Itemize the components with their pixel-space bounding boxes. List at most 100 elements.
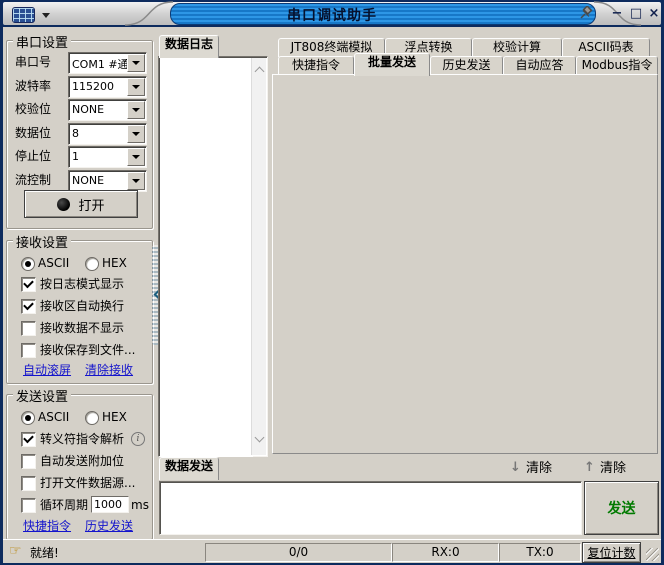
log-mode-label: 按日志模式显示: [40, 277, 124, 292]
receive-hex-radio[interactable]: [85, 257, 99, 271]
send-settings-title: 发送设置: [13, 386, 71, 405]
close-button[interactable]: ×: [646, 5, 662, 22]
flowctrl-combobox[interactable]: NONE: [68, 170, 147, 192]
port-dropdown-icon[interactable]: [127, 54, 145, 72]
send-button-label: 发送: [608, 498, 636, 518]
status-progress: 0/0: [205, 543, 392, 562]
log-scrollbar[interactable]: [251, 58, 266, 455]
receive-hex-label: HEX: [102, 256, 127, 271]
flowctrl-label: 流控制: [15, 173, 51, 188]
port-label: 串口号: [15, 55, 51, 70]
stopbits-dropdown-icon[interactable]: [127, 148, 145, 166]
resize-grip-icon[interactable]: [646, 548, 659, 561]
open-indicator-icon: [57, 198, 70, 211]
send-ascii-label: ASCII: [38, 410, 69, 425]
parity-dropdown-icon[interactable]: [127, 101, 145, 119]
tab-data-log[interactable]: 数据日志: [159, 35, 219, 58]
batch-send-page: [272, 74, 658, 454]
receive-ascii-label: ASCII: [38, 256, 69, 271]
scroll-up-icon[interactable]: [255, 67, 265, 77]
serial-settings-group: 串口设置 串口号 COM1 #通信 波特率 115200 校验位 NONE 数据…: [6, 40, 153, 229]
stopbits-combobox[interactable]: 1: [68, 146, 147, 168]
baud-dropdown-icon[interactable]: [127, 78, 145, 96]
tab-checksum[interactable]: 校验计算: [472, 38, 562, 57]
reset-count-button[interactable]: 复位计数: [582, 542, 641, 563]
app-window: 串口调试助手 − □ × 串口设置 串口号 COM1 #通信 波特率 11520…: [0, 0, 664, 565]
auto-scroll-link[interactable]: 自动滚屏: [23, 361, 71, 378]
parity-value: NONE: [72, 103, 128, 116]
file-source-label: 打开文件数据源...: [40, 476, 135, 491]
flowctrl-value: NONE: [72, 174, 128, 187]
save-to-file-checkbox[interactable]: [21, 343, 36, 358]
tab-quick-commands[interactable]: 快捷指令: [278, 56, 354, 75]
clear-send-arrow-icon: ↑: [584, 460, 595, 475]
databits-combobox[interactable]: 8: [68, 123, 147, 145]
status-bar: ☞ 就绪! 0/0 RX:0 TX:0 复位计数: [3, 539, 661, 563]
tab-batch-send[interactable]: 批量发送: [354, 53, 430, 76]
auto-append-checkbox[interactable]: [21, 454, 36, 469]
cycle-unit-label: ms: [131, 498, 149, 513]
send-input-panel: [159, 481, 582, 535]
maximize-button[interactable]: □: [628, 5, 644, 22]
save-to-file-label: 接收保存到文件...: [40, 343, 135, 358]
baud-value: 115200: [72, 80, 128, 93]
send-textarea[interactable]: [161, 483, 578, 533]
log-mode-checkbox[interactable]: [21, 277, 36, 292]
send-history-link[interactable]: 历史发送: [85, 517, 133, 534]
hide-received-label: 接收数据不显示: [40, 321, 124, 336]
open-port-label: 打开: [78, 195, 104, 214]
send-settings-group: 发送设置 ASCII HEX 转义符指令解析 i 自动发送附加位 打开文件数据源…: [6, 394, 153, 540]
clear-send-label[interactable]: 清除: [600, 461, 626, 476]
send-hex-label: HEX: [102, 410, 127, 425]
data-log-panel: [158, 56, 268, 457]
cycle-checkbox[interactable]: [21, 498, 36, 513]
databits-value: 8: [72, 127, 128, 140]
auto-append-label: 自动发送附加位: [40, 454, 124, 469]
receive-settings-group: 接收设置 ASCII HEX 按日志模式显示 接收区自动换行 接收数据不显示 接…: [6, 240, 153, 384]
receive-ascii-radio[interactable]: [21, 257, 35, 271]
serial-settings-title: 串口设置: [13, 32, 71, 51]
info-icon[interactable]: i: [131, 432, 145, 446]
tab-send-history[interactable]: 历史发送: [430, 56, 503, 75]
parity-combobox[interactable]: NONE: [68, 99, 147, 121]
status-tx: TX:0: [499, 543, 581, 562]
reset-count-label: 复位计数: [587, 544, 635, 561]
stopbits-value: 1: [72, 150, 128, 163]
log-textarea[interactable]: [160, 58, 253, 457]
cycle-label: 循环周期: [40, 498, 88, 513]
parity-label: 校验位: [15, 102, 51, 117]
receive-settings-title: 接收设置: [13, 232, 71, 251]
cycle-period-input[interactable]: [91, 496, 129, 513]
pin-icon[interactable]: [578, 6, 594, 22]
ready-hand-icon: ☞: [9, 543, 22, 559]
status-ready-text: 就绪!: [30, 544, 59, 561]
escape-parse-label: 转义符指令解析: [40, 432, 124, 447]
escape-parse-checkbox[interactable]: [21, 432, 36, 447]
clear-receive-label[interactable]: 清除: [526, 461, 552, 476]
open-port-button[interactable]: 打开: [24, 190, 138, 218]
minimize-button[interactable]: −: [609, 5, 625, 22]
tab-auto-reply[interactable]: 自动应答: [503, 56, 576, 75]
tab-ascii-table[interactable]: ASCII码表: [562, 38, 650, 57]
auto-wrap-checkbox[interactable]: [21, 299, 36, 314]
status-rx: RX:0: [392, 543, 499, 562]
quick-commands-link[interactable]: 快捷指令: [23, 517, 71, 534]
tab-modbus[interactable]: Modbus指令: [576, 56, 658, 75]
flowctrl-dropdown-icon[interactable]: [127, 172, 145, 190]
baud-combobox[interactable]: 115200: [68, 76, 147, 98]
databits-label: 数据位: [15, 126, 51, 141]
baud-label: 波特率: [15, 79, 51, 94]
stopbits-label: 停止位: [15, 149, 51, 164]
send-ascii-radio[interactable]: [21, 411, 35, 425]
send-button[interactable]: 发送: [584, 481, 659, 535]
databits-dropdown-icon[interactable]: [127, 125, 145, 143]
file-source-checkbox[interactable]: [21, 476, 36, 491]
auto-wrap-label: 接收区自动换行: [40, 299, 124, 314]
window-title: 串口调试助手: [0, 5, 664, 25]
clear-receive-link[interactable]: 清除接收: [85, 361, 133, 378]
send-hex-radio[interactable]: [85, 411, 99, 425]
scroll-down-icon[interactable]: [255, 433, 265, 443]
hide-received-checkbox[interactable]: [21, 321, 36, 336]
port-combobox[interactable]: COM1 #通信: [68, 52, 147, 74]
tab-data-send[interactable]: 数据发送: [159, 457, 219, 480]
